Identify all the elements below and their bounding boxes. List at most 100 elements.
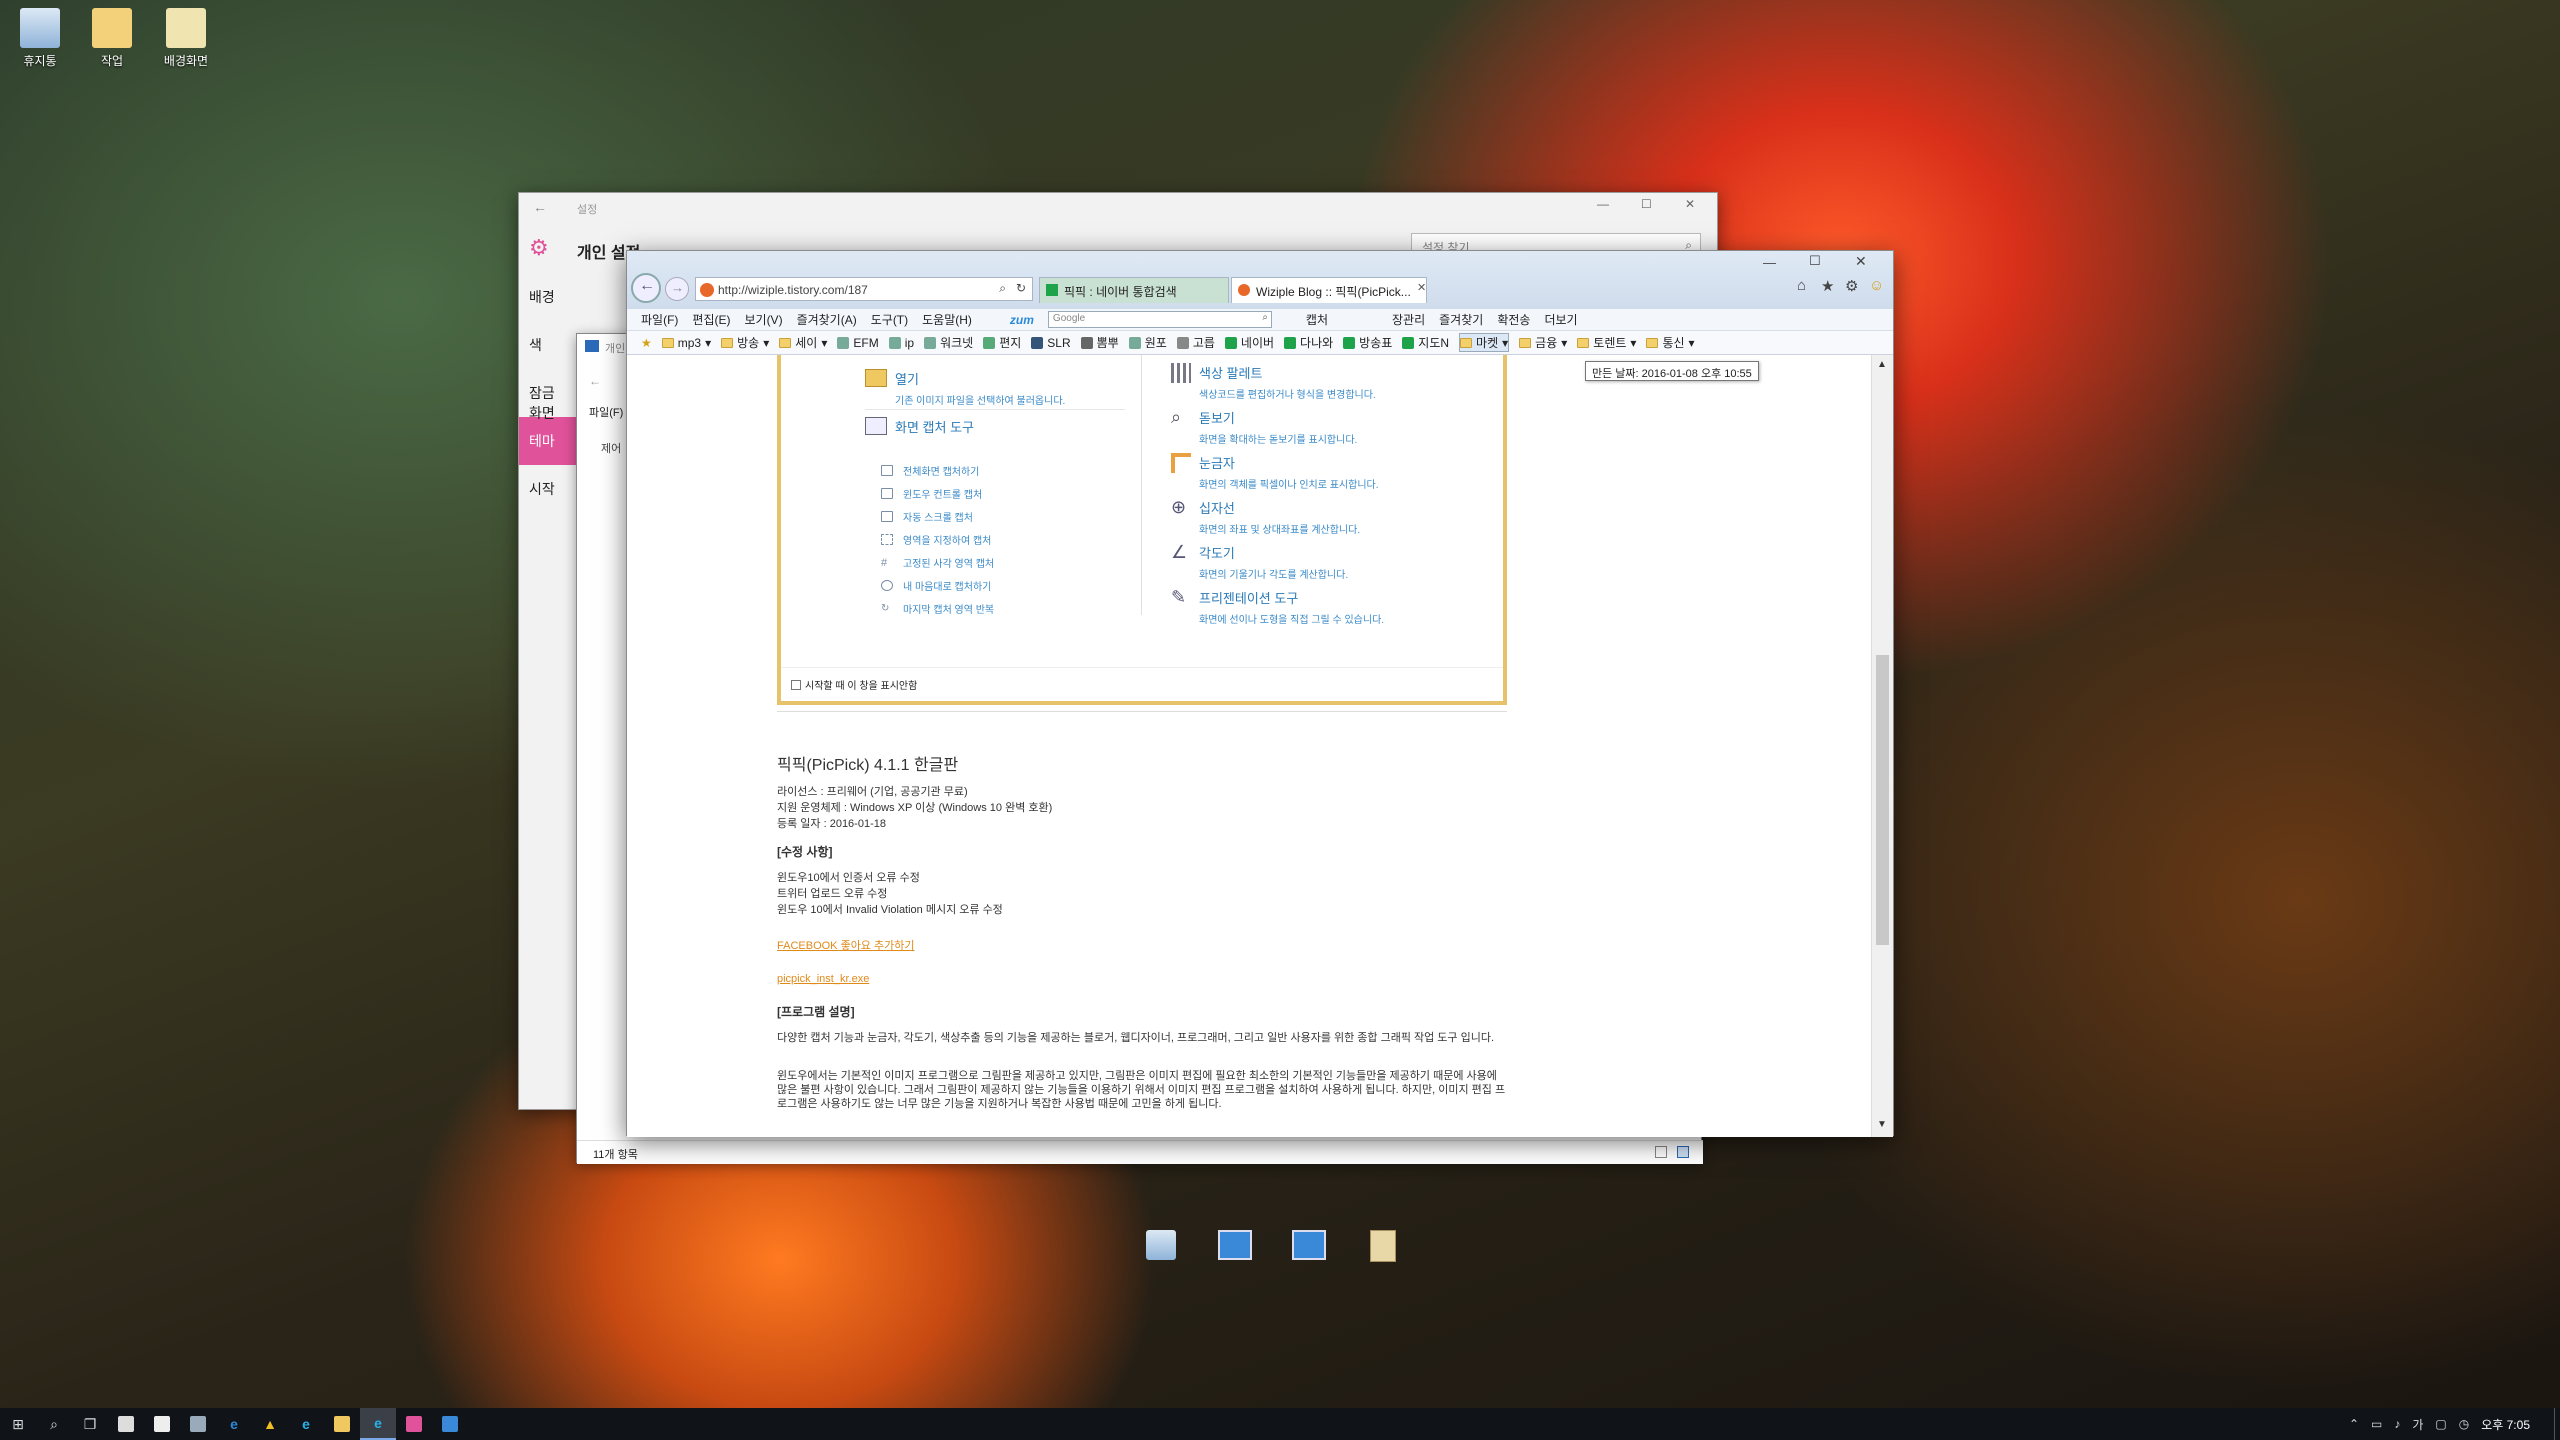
nav-item-color[interactable]: 색 <box>519 321 579 369</box>
scroll-down-icon[interactable]: ▼ <box>1877 1119 1887 1130</box>
task-view-button[interactable]: ❐ <box>72 1408 108 1440</box>
fav-link-worknet[interactable]: 워크넷 <box>924 334 973 351</box>
capture-repeat-last[interactable]: ↻ 마지막 캡처 영역 반복 <box>881 601 994 616</box>
volume-icon[interactable]: ♪ <box>2394 1417 2400 1431</box>
back-arrow-icon[interactable]: ← <box>589 374 601 388</box>
fav-link-efm[interactable]: EFM <box>837 336 879 350</box>
monitor-shortcut-icon[interactable] <box>1218 1230 1252 1260</box>
taskbar-notepad[interactable] <box>144 1408 180 1440</box>
add-favorite-icon[interactable]: ★ <box>641 336 652 350</box>
zip-folder-icon[interactable] <box>1370 1230 1396 1262</box>
desktop-icon-recycle-bin[interactable]: 휴지통 <box>0 8 80 69</box>
tab-manager-button[interactable]: 장관리 <box>1392 311 1425 328</box>
capture-freehand[interactable]: 내 마음대로 캡처하기 <box>881 578 991 593</box>
desktop-icon-folder-work[interactable]: 작업 <box>72 8 152 69</box>
details-view-icon[interactable] <box>1655 1146 1667 1158</box>
tab-close-icon[interactable]: ✕ <box>1417 281 1426 294</box>
panel-item-crosshair[interactable]: ⊕ 십자선 화면의 좌표 및 상대좌표를 계산합니다. <box>1171 498 1360 536</box>
taskbar-control-panel[interactable] <box>432 1408 468 1440</box>
nav-item-lock-screen[interactable]: 잠금 화면 <box>519 369 579 421</box>
menu-tools[interactable]: 도구(T) <box>871 311 908 328</box>
capture-window-control[interactable]: 윈도우 컨트롤 캡처 <box>881 486 982 501</box>
minimize-button[interactable]: — <box>1763 255 1776 270</box>
panel-item-protractor[interactable]: ∠ 각도기 화면의 기울기나 각도를 계산합니다. <box>1171 543 1348 581</box>
fav-link-tvschedule[interactable]: 방송표 <box>1343 334 1392 351</box>
desktop-icon-folder-wallpaper[interactable]: 배경화면 <box>146 8 226 69</box>
explorer-row[interactable]: 제어 <box>601 440 621 456</box>
scroll-up-icon[interactable]: ▲ <box>1877 359 1887 370</box>
monitor-shortcut-icon[interactable] <box>1292 1230 1326 1260</box>
fav-link-ppomppu[interactable]: 뽐뿌 <box>1080 334 1119 351</box>
panel-item-color-palette[interactable]: 색상 팔레트 색상코드를 편집하거나 형식을 변경합니다. <box>1171 363 1376 401</box>
search-icon[interactable]: ⌕ <box>999 281 1006 296</box>
capture-auto-scroll[interactable]: 자동 스크롤 캡처 <box>881 509 973 524</box>
clock-icon[interactable]: ◷ <box>2459 1417 2469 1431</box>
minimize-button[interactable]: — <box>1597 197 1609 211</box>
fav-link-mail[interactable]: 편지 <box>983 334 1021 351</box>
tray-chevron-icon[interactable]: ⌃ <box>2349 1417 2359 1431</box>
notification-icon[interactable]: ▢ <box>2435 1417 2446 1431</box>
fav-folder-finance[interactable]: 금융 ▾ <box>1519 334 1567 351</box>
fav-link-golp[interactable]: 고릅 <box>1176 334 1215 351</box>
fav-folder-broadcast[interactable]: 방송 ▾ <box>721 334 769 351</box>
panel-item-open[interactable]: 열기 기존 이미지 파일을 선택하여 불러옵니다. <box>865 369 1065 407</box>
search-button[interactable]: ⌕ <box>36 1408 72 1440</box>
taskbar-store[interactable] <box>108 1408 144 1440</box>
nav-item-start[interactable]: 시작 <box>519 465 579 513</box>
home-icon[interactable]: ⌂ <box>1797 277 1806 294</box>
fav-folder-sei[interactable]: 세이 ▾ <box>779 334 827 351</box>
fav-folder-mp3[interactable]: mp3 ▾ <box>661 336 711 350</box>
panel-item-presentation[interactable]: ✎ 프리젠테이션 도구 화면에 선이나 도형을 직접 그릴 수 있습니다. <box>1171 588 1384 626</box>
large-icons-view-icon[interactable] <box>1677 1146 1689 1158</box>
send-button[interactable]: 확전송 <box>1497 311 1530 328</box>
favorites-star-icon[interactable]: ★ <box>1821 277 1834 295</box>
address-bar[interactable]: http://wiziple.tistory.com/187 ⌕ ↻ <box>695 277 1033 301</box>
taskbar-ie-active[interactable]: e <box>360 1408 396 1440</box>
menu-help[interactable]: 도움말(H) <box>922 311 972 328</box>
menu-view[interactable]: 보기(V) <box>744 311 782 328</box>
taskbar-ie[interactable]: e <box>288 1408 324 1440</box>
fav-folder-telecom[interactable]: 통신 ▾ <box>1646 334 1695 351</box>
panel-item-ruler[interactable]: 눈금자 화면의 객체를 픽셀이나 인치로 표시합니다. <box>1171 453 1379 491</box>
fav-link-naver[interactable]: 네이버 <box>1224 334 1274 351</box>
nav-item-theme[interactable]: 테마 <box>519 417 579 465</box>
taskbar-edge[interactable]: e <box>216 1408 252 1440</box>
tab-naver-search[interactable]: 픽픽 : 네이버 통합검색 <box>1039 277 1229 303</box>
more-button[interactable]: 더보기 <box>1544 311 1577 328</box>
show-panel-checkbox[interactable] <box>791 679 801 690</box>
network-icon[interactable]: ▭ <box>2371 1417 2382 1431</box>
refresh-icon[interactable]: ↻ <box>1016 281 1026 295</box>
gear-icon[interactable]: ⚙ <box>1845 277 1858 295</box>
fav-link-map[interactable]: 지도N <box>1402 334 1449 351</box>
taskbar-picpick[interactable] <box>396 1408 432 1440</box>
file-menu[interactable]: 파일(F) <box>589 404 623 420</box>
fav-link-slr[interactable]: SLR <box>1031 336 1071 350</box>
smiley-icon[interactable]: ☺ <box>1869 277 1884 294</box>
google-search-input[interactable]: Google ⌕ <box>1047 311 1272 328</box>
maximize-button[interactable]: ☐ <box>1809 253 1821 269</box>
favorites-button[interactable]: 즐겨찾기 <box>1439 311 1483 328</box>
menu-file[interactable]: 파일(F) <box>641 311 678 328</box>
taskbar-app[interactable] <box>180 1408 216 1440</box>
menu-edit[interactable]: 편집(E) <box>692 311 730 328</box>
taskbar-warning-app[interactable]: ▲ <box>252 1408 288 1440</box>
tab-wiziple-blog[interactable]: Wiziple Blog :: 픽픽(PicPick... <box>1231 277 1427 303</box>
start-button[interactable]: ⊞ <box>0 1408 36 1440</box>
zum-logo[interactable]: zum <box>1010 313 1034 327</box>
scrollbar[interactable]: ▲ ▼ <box>1871 355 1893 1137</box>
capture-fixed-region[interactable]: # 고정된 사각 영역 캡처 <box>881 555 994 570</box>
recycle-bin-icon[interactable] <box>1146 1230 1176 1260</box>
taskbar-clock[interactable]: 오후 7:05 <box>2481 1416 2530 1433</box>
maximize-button[interactable]: ☐ <box>1641 197 1652 211</box>
panel-item-screen-capture[interactable]: 화면 캡처 도구 <box>865 417 974 436</box>
scroll-thumb[interactable] <box>1876 655 1889 945</box>
taskbar-explorer[interactable] <box>324 1408 360 1440</box>
back-button[interactable]: ← <box>533 199 547 215</box>
fav-folder-market[interactable]: 마켓 ▾ <box>1459 333 1510 352</box>
capture-button[interactable]: 캡처 <box>1306 311 1328 328</box>
menu-favorites[interactable]: 즐겨찾기(A) <box>797 311 857 328</box>
download-link[interactable]: picpick_inst_kr.exe <box>777 973 869 985</box>
close-button[interactable]: ✕ <box>1855 253 1867 270</box>
fav-link-ip[interactable]: ip <box>888 336 914 350</box>
ime-icon[interactable]: 가 <box>2412 1416 2423 1433</box>
